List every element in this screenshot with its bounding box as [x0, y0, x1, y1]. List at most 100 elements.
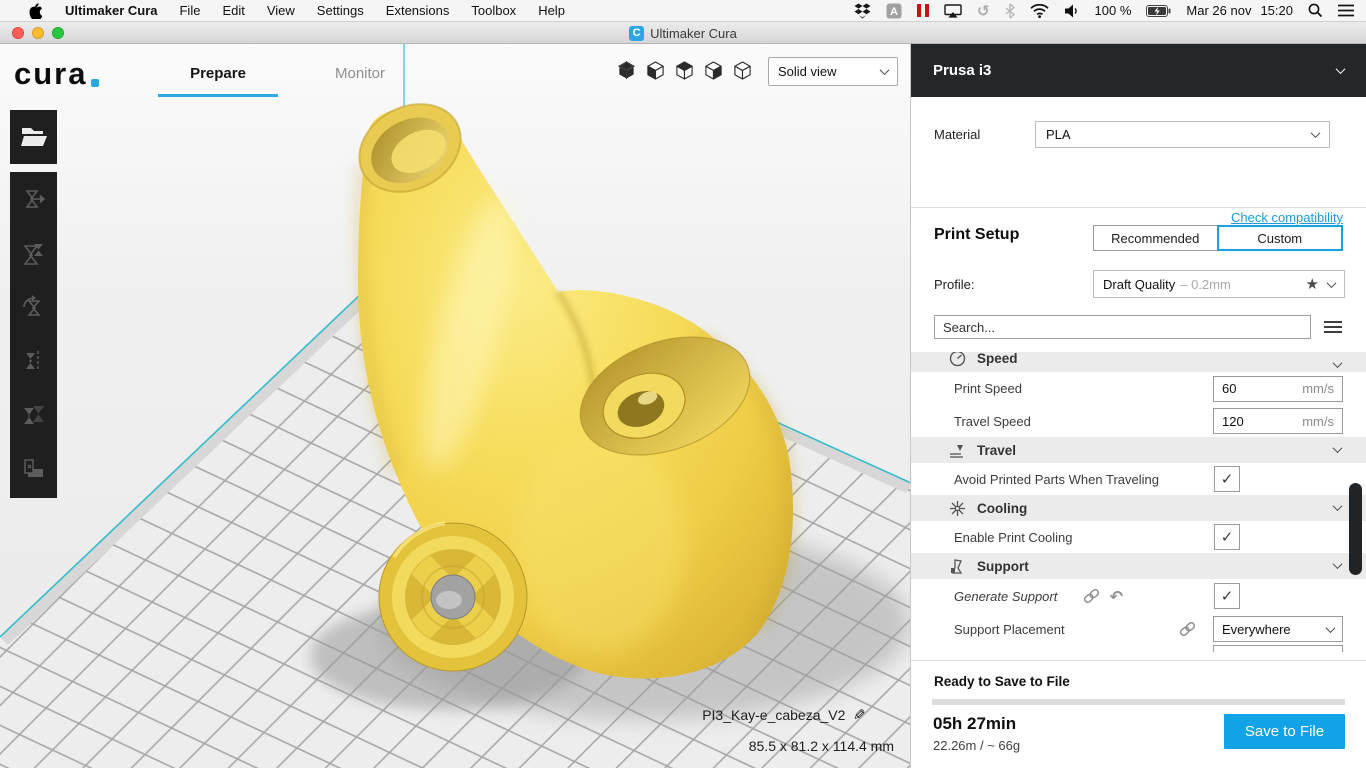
menu-date: Mar 26 nov [1186, 3, 1252, 18]
scale-tool-button[interactable] [10, 226, 57, 280]
mirror-icon [25, 351, 39, 371]
material-label: Material [934, 127, 981, 142]
pause-status-icon[interactable] [916, 2, 929, 20]
print-speed-input[interactable] [1214, 381, 1274, 396]
travel-icon [950, 444, 963, 458]
wifi-icon[interactable] [1029, 2, 1049, 20]
link-icon[interactable] [1083, 589, 1100, 603]
dropbox-icon[interactable] [854, 2, 871, 20]
print-speed-field[interactable]: mm/s [1213, 375, 1343, 402]
view-front-button[interactable] [646, 61, 665, 80]
section-support[interactable]: Support [911, 553, 1366, 579]
chevron-down-icon [1325, 622, 1336, 633]
reset-setting-icon[interactable]: ↶ [1110, 587, 1123, 606]
move-tool-button[interactable] [10, 172, 57, 226]
avoid-parts-checkbox[interactable]: ✓ [1214, 466, 1240, 492]
machine-selector[interactable]: Prusa i3 [911, 44, 1366, 97]
view-right-button[interactable] [733, 61, 752, 80]
scale-icon [22, 244, 43, 265]
support-icon [951, 558, 963, 574]
3d-viewport[interactable]: cura Prepare Monitor Solid view PI3_Kay-… [0, 44, 911, 768]
save-to-file-button[interactable]: Save to File [1224, 714, 1345, 749]
screen: Ultimaker Cura File Edit View Settings E… [0, 0, 1366, 768]
chevron-down-icon [1332, 501, 1343, 512]
open-file-button[interactable] [10, 110, 57, 164]
generate-support-checkbox[interactable]: ✓ [1214, 583, 1240, 609]
menu-edit[interactable]: Edit [211, 0, 255, 22]
bluetooth-icon[interactable] [1005, 2, 1015, 20]
airplay-icon[interactable] [944, 2, 962, 20]
menu-help[interactable]: Help [527, 0, 576, 22]
section-cooling[interactable]: Cooling [911, 495, 1366, 521]
print-settings-panel: Prusa i3 Material PLA Check compatibilit… [910, 44, 1366, 768]
input-source-icon[interactable]: A [886, 2, 902, 20]
travel-speed-field[interactable]: mm/s [1213, 408, 1343, 434]
setting-row-generate-support: Generate Support ↶ ✓ [911, 579, 1366, 613]
travel-speed-input[interactable] [1214, 413, 1274, 429]
volume-icon[interactable] [1064, 2, 1080, 20]
menu-time: 15:20 [1260, 3, 1293, 18]
material-value: PLA [1046, 127, 1071, 142]
profile-select[interactable]: Draft Quality – 0.2mm ★ [1093, 270, 1345, 298]
chevron-down-icon [1332, 443, 1343, 454]
support-placement-select[interactable]: Everywhere [1213, 616, 1343, 642]
view-top-button[interactable] [675, 61, 694, 80]
clipped-next-setting [911, 645, 1366, 652]
menu-view[interactable]: View [256, 0, 306, 22]
cura-logo: cura [14, 56, 100, 92]
menu-settings[interactable]: Settings [306, 0, 375, 22]
battery-icon[interactable] [1146, 2, 1171, 20]
chevron-down-icon [1332, 358, 1343, 369]
menu-file[interactable]: File [168, 0, 211, 22]
travel-speed-unit: mm/s [1302, 413, 1334, 429]
settings-filter-menu-icon[interactable] [1324, 321, 1342, 333]
check-compatibility-link[interactable]: Check compatibility [1231, 210, 1343, 225]
progress-band [932, 699, 1345, 705]
view-3d-button[interactable] [617, 61, 636, 80]
section-speed[interactable]: Speed [911, 352, 1366, 372]
window-title-bar[interactable]: C Ultimaker Cura [0, 22, 1366, 44]
recommended-mode-button[interactable]: Recommended [1093, 225, 1217, 251]
tab-monitor[interactable]: Monitor [315, 58, 405, 88]
camera-view-buttons [617, 61, 752, 80]
app-menu[interactable]: Ultimaker Cura [54, 0, 168, 22]
chevron-down-icon [1335, 64, 1346, 75]
model-head[interactable] [344, 87, 797, 679]
rotate-icon [22, 295, 41, 316]
cura-app-icon: C [629, 25, 645, 41]
setting-row-enable-cooling: Enable Print Cooling ✓ [911, 521, 1366, 553]
menu-extensions[interactable]: Extensions [375, 0, 461, 22]
macos-menu-bar: Ultimaker Cura File Edit View Settings E… [0, 0, 1366, 22]
machine-name: Prusa i3 [933, 62, 992, 79]
per-model-settings-button[interactable] [10, 388, 57, 442]
view-left-button[interactable] [704, 61, 723, 80]
setup-mode-toggle: Recommended Custom [1093, 225, 1343, 251]
rename-model-icon[interactable]: ✎ [853, 706, 866, 724]
notification-center-icon[interactable] [1338, 2, 1354, 20]
build-plate-scene [0, 44, 911, 768]
settings-search-input[interactable] [934, 315, 1311, 339]
custom-mode-button[interactable]: Custom [1216, 225, 1343, 251]
star-icon[interactable]: ★ [1306, 275, 1319, 293]
tool-rail [10, 172, 57, 498]
settings-scrollbar[interactable] [1349, 483, 1362, 575]
divider [911, 207, 1366, 208]
apple-menu[interactable] [18, 0, 54, 22]
section-travel[interactable]: Travel [911, 437, 1366, 463]
output-footer: Ready to Save to File 05h 27min 22.26m /… [911, 660, 1366, 768]
time-machine-icon[interactable]: ↺ [977, 2, 990, 20]
link-icon[interactable] [1179, 622, 1196, 636]
enable-cooling-checkbox[interactable]: ✓ [1214, 524, 1240, 550]
tab-prepare[interactable]: Prepare [158, 58, 278, 88]
support-blocker-button[interactable] [10, 442, 57, 496]
print-speed-unit: mm/s [1302, 381, 1334, 396]
per-model-settings-icon [23, 406, 44, 424]
menu-toolbox[interactable]: Toolbox [460, 0, 527, 22]
chevron-down-icon [1310, 128, 1321, 139]
apple-icon [29, 2, 43, 19]
mirror-tool-button[interactable] [10, 334, 57, 388]
material-select[interactable]: PLA [1035, 121, 1330, 148]
spotlight-search-icon[interactable] [1308, 2, 1323, 20]
view-mode-select[interactable]: Solid view [768, 57, 898, 86]
rotate-tool-button[interactable] [10, 280, 57, 334]
